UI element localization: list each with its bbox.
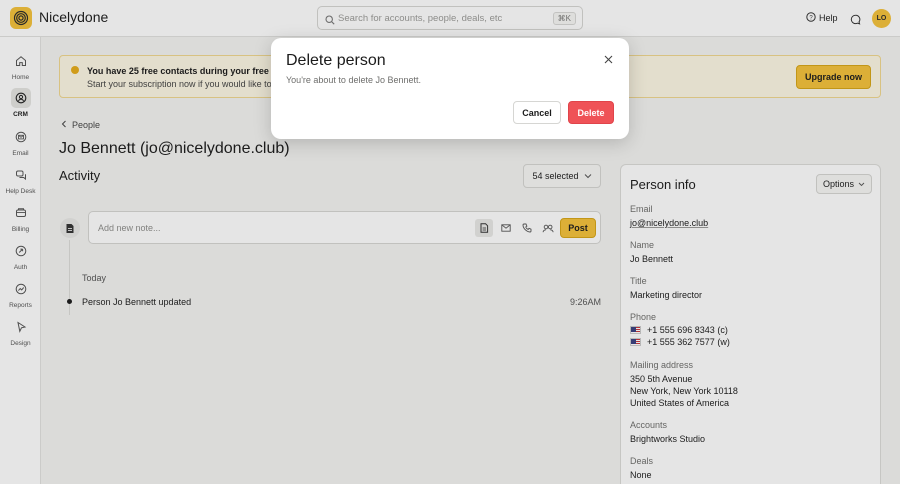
delete-button[interactable]: Delete [568,101,614,124]
close-icon[interactable] [602,53,614,65]
cancel-button[interactable]: Cancel [513,101,561,124]
dialog-title: Delete person [286,52,386,69]
delete-person-dialog: Delete person You're about to delete Jo … [271,38,629,139]
dialog-message: You're about to delete Jo Bennett. [286,75,421,85]
